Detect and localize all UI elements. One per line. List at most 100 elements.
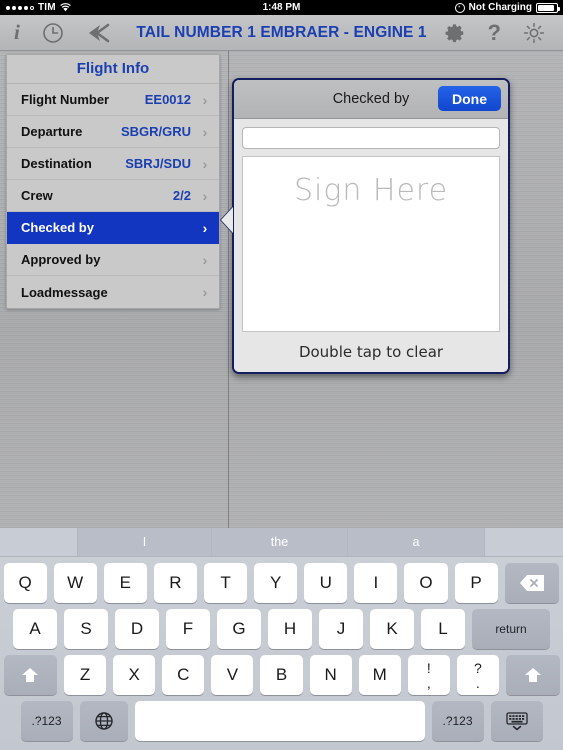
key-period-glyph: .	[475, 674, 480, 691]
chevron-right-icon: ›	[202, 155, 208, 172]
key-g[interactable]: G	[217, 609, 261, 649]
key-exclamation-glyph: !	[426, 659, 431, 676]
key-n[interactable]: N	[309, 655, 352, 695]
prediction-cell-2[interactable]: the	[212, 528, 348, 556]
done-button[interactable]: Done	[438, 86, 501, 111]
return-key[interactable]: return	[472, 609, 550, 649]
row-label: Approved by	[21, 252, 101, 267]
popover-body: Sign Here Double tap to clear	[234, 119, 508, 372]
sign-here-placeholder: Sign Here	[293, 173, 449, 208]
row-value: SBRJ/SDU	[125, 156, 191, 171]
key-l[interactable]: L	[421, 609, 465, 649]
shift-key-left[interactable]	[3, 655, 58, 695]
prediction-cell-4[interactable]	[485, 528, 563, 556]
row-destination[interactable]: Destination SBRJ/SDU ›	[7, 148, 219, 180]
row-label: Loadmessage	[21, 284, 108, 300]
prediction-cell-3[interactable]: a	[348, 528, 485, 556]
key-comma-glyph: ,	[426, 674, 431, 691]
chevron-right-icon: ›	[202, 251, 208, 268]
key-s[interactable]: S	[64, 609, 108, 649]
key-p[interactable]: P	[454, 563, 498, 603]
keyboard-row-1: Q W E R T Y U I O P	[0, 563, 563, 603]
row-label: Crew	[21, 188, 53, 203]
brightness-icon[interactable]	[523, 22, 545, 44]
gear-icon[interactable]	[444, 22, 466, 44]
chevron-right-icon: ›	[202, 123, 208, 140]
key-z[interactable]: Z	[64, 655, 107, 695]
key-question-period[interactable]: ? .	[456, 655, 499, 695]
battery-status-label: Not Charging	[468, 2, 532, 13]
row-loadmessage[interactable]: Loadmessage ›	[7, 276, 219, 308]
prediction-cell-0[interactable]	[0, 528, 78, 556]
hide-keyboard-icon[interactable]	[490, 701, 543, 741]
key-h[interactable]: H	[268, 609, 312, 649]
bolt-circle-icon	[454, 2, 465, 13]
key-w[interactable]: W	[53, 563, 97, 603]
key-m[interactable]: M	[358, 655, 401, 695]
battery-icon	[536, 2, 560, 13]
row-approved-by[interactable]: Approved by ›	[7, 244, 219, 276]
flight-info-panel: Flight Info Flight Number EE0012 › Depar…	[6, 54, 220, 309]
row-label: Checked by	[21, 220, 94, 235]
globe-icon[interactable]	[79, 701, 128, 741]
chevron-right-icon: ›	[202, 219, 208, 236]
row-label: Flight Number	[21, 92, 110, 107]
split-view-divider	[228, 50, 229, 528]
key-o[interactable]: O	[404, 563, 448, 603]
numeric-key-left[interactable]: .?123	[20, 701, 73, 741]
key-q[interactable]: Q	[3, 563, 47, 603]
toolbar-right-group: ?	[444, 15, 545, 50]
status-bar-right: Not Charging	[454, 0, 560, 15]
popover-title: Checked by	[332, 91, 410, 107]
key-e[interactable]: E	[103, 563, 147, 603]
row-value: 2/2	[172, 188, 191, 203]
flight-info-header: Flight Info	[7, 55, 219, 84]
row-label: Destination	[21, 156, 92, 171]
prediction-cell-1[interactable]: I	[78, 528, 212, 556]
signature-canvas[interactable]: Sign Here	[242, 156, 500, 332]
key-j[interactable]: J	[319, 609, 363, 649]
row-value: SBGR/GRU	[120, 124, 191, 139]
key-y[interactable]: Y	[254, 563, 298, 603]
space-key[interactable]	[134, 701, 425, 741]
key-k[interactable]: K	[370, 609, 414, 649]
key-c[interactable]: C	[162, 655, 205, 695]
key-b[interactable]: B	[260, 655, 303, 695]
key-r[interactable]: R	[153, 563, 197, 603]
key-x[interactable]: X	[113, 655, 156, 695]
key-question-glyph: ?	[473, 659, 482, 676]
chevron-right-icon: ›	[202, 91, 208, 108]
row-value: EE0012	[144, 92, 191, 107]
signer-name-input[interactable]	[242, 127, 500, 149]
row-crew[interactable]: Crew 2/2 ›	[7, 180, 219, 212]
shift-key-right[interactable]	[505, 655, 560, 695]
help-icon[interactable]: ?	[488, 20, 501, 46]
key-v[interactable]: V	[211, 655, 254, 695]
row-checked-by[interactable]: Checked by ›	[7, 212, 219, 244]
popover-arrow	[221, 207, 233, 233]
key-exclamation-comma[interactable]: ! ,	[407, 655, 450, 695]
keyboard-row-2: A S D F G H J K L return	[0, 609, 563, 649]
on-screen-keyboard: I the a Q W E R T Y U I O P A S D F G H …	[0, 528, 563, 750]
row-label: Departure	[21, 124, 83, 139]
numeric-key-right[interactable]: .?123	[431, 701, 484, 741]
status-bar: TIM 1:48 PM Not Charging	[0, 0, 563, 15]
signature-popover: Checked by Done Sign Here Double tap to …	[232, 78, 510, 374]
key-i[interactable]: I	[354, 563, 398, 603]
row-departure[interactable]: Departure SBGR/GRU ›	[7, 116, 219, 148]
key-a[interactable]: A	[13, 609, 57, 649]
popover-title-bar: Checked by Done	[234, 80, 508, 119]
predictive-text-bar: I the a	[0, 528, 563, 557]
chevron-right-icon: ›	[202, 284, 208, 300]
keyboard-row-4: .?123 .?123	[0, 701, 563, 741]
key-t[interactable]: T	[203, 563, 248, 603]
key-u[interactable]: U	[304, 563, 348, 603]
chevron-right-icon: ›	[202, 187, 208, 204]
key-d[interactable]: D	[115, 609, 159, 649]
app-toolbar: i TAIL NUMBER 1 EMBRAER - ENGINE 1 ?	[0, 15, 563, 51]
backspace-key[interactable]	[504, 563, 560, 603]
row-flight-number[interactable]: Flight Number EE0012 ›	[7, 84, 219, 116]
key-f[interactable]: F	[166, 609, 210, 649]
app-root: TIM 1:48 PM Not Charging i TAIL NUMBER 1…	[0, 0, 563, 750]
keyboard-row-3: Z X C V B N M ! , ? .	[0, 655, 563, 695]
